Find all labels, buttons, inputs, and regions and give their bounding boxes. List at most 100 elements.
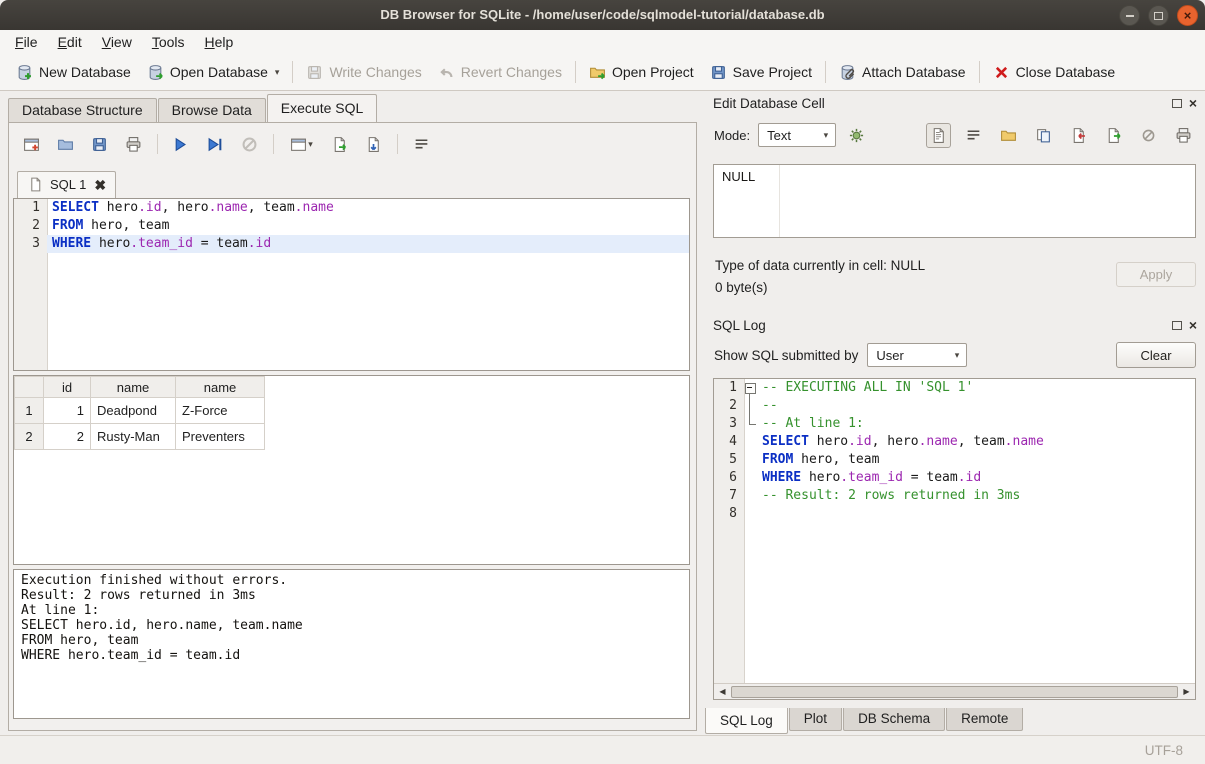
close-icon: × [1184,9,1192,22]
export-icon [1105,127,1122,144]
cell[interactable]: Preventers [176,424,265,450]
open-project-icon [589,64,606,81]
tab-close-icon[interactable]: ✖ [94,178,106,192]
float-dock-icon[interactable] [1172,99,1182,108]
cell-content-editor[interactable]: NULL [713,164,1196,238]
column-header[interactable]: name [91,377,176,398]
auto-apply-button[interactable] [844,123,869,148]
results-grid[interactable]: idnamename11DeadpondZ-Force22Rusty-ManPr… [13,375,690,565]
save-results-icon [365,136,382,153]
message-line: FROM hero, team [21,633,682,648]
window-title: DB Browser for SQLite - /home/user/code/… [0,0,1205,30]
float-dock-icon[interactable] [1172,321,1182,330]
execute-current-line-button[interactable] [203,132,228,157]
copy-button[interactable] [1031,123,1056,148]
open-file-button[interactable] [996,123,1021,148]
open-sql-file-icon [57,136,74,153]
word-wrap-button[interactable] [409,132,434,157]
import-button[interactable] [1066,123,1091,148]
log-filter-combobox[interactable]: User ▾ [867,343,967,367]
dock-tab-plot[interactable]: Plot [789,708,842,731]
cell[interactable]: 2 [44,424,91,450]
column-header[interactable]: id [44,377,91,398]
execute-all-button[interactable] [169,132,194,157]
dock-tab-bar: SQL LogPlotDB SchemaRemote [705,708,1024,734]
chevron-down-icon: ▾ [955,350,960,361]
results-view-button[interactable]: ▾ [285,132,318,157]
log-filter-row: Show SQL submitted by User ▾ Clear [705,340,1205,370]
cell[interactable]: Rusty-Man [91,424,176,450]
menu-help[interactable]: Help [195,31,244,53]
dropdown-caret-icon[interactable]: ▾ [275,67,280,78]
export-results-button[interactable] [327,132,352,157]
mode-label: Mode: [714,128,750,143]
close-button[interactable]: × [1177,5,1198,26]
sql-editor-toolbar: ▾ [19,129,434,159]
dock-tab-remote[interactable]: Remote [946,708,1023,731]
close-database-button[interactable]: Close Database [985,59,1124,86]
column-header[interactable]: name [176,377,265,398]
fold-guide [744,505,757,523]
sql-doc-tab[interactable]: SQL 1 ✖ [17,171,116,198]
open-database-button[interactable]: Open Database▾ [139,59,288,86]
menu-tools[interactable]: Tools [142,31,195,53]
maximize-button[interactable] [1148,5,1169,26]
scroll-right-icon[interactable]: ▶ [1180,687,1193,696]
close-dock-icon[interactable]: × [1189,96,1197,110]
fold-marker[interactable] [744,379,757,397]
save-results-button[interactable] [361,132,386,157]
close-dock-icon[interactable]: × [1189,318,1197,332]
apply-button[interactable]: Apply [1116,262,1196,287]
scroll-left-icon[interactable]: ◀ [716,687,729,696]
text-mode-button[interactable] [926,123,951,148]
menu-edit[interactable]: Edit [48,31,92,53]
menu-file[interactable]: File [5,31,48,53]
mode-value: Text [767,128,791,143]
revert-changes-button: Revert Changes [430,59,570,86]
horizontal-scrollbar[interactable]: ◀ ▶ [714,683,1195,699]
dock-controls: × [1172,318,1197,332]
dock-tab-db-schema[interactable]: DB Schema [843,708,945,731]
open-sql-file-button[interactable] [53,132,78,157]
row-number[interactable]: 1 [15,398,44,424]
grid-corner [15,377,44,398]
titlebar[interactable]: DB Browser for SQLite - /home/user/code/… [0,0,1205,31]
toolbar-label: New Database [39,64,131,80]
code-line: 1SELECT hero.id, hero.name, team.name [14,199,689,217]
set-null-button[interactable] [1136,123,1161,148]
cell-content-value: NULL [722,169,755,184]
dropdown-caret-icon[interactable]: ▾ [308,139,313,150]
save-sql-file-button[interactable] [87,132,112,157]
code-line: 2FROM hero, team [14,217,689,235]
sql-editor[interactable]: 1SELECT hero.id, hero.name, team.name2FR… [13,198,690,371]
menubar: FileEditViewToolsHelp [0,30,1205,55]
mode-combobox[interactable]: Text ▾ [758,123,836,147]
line-number: 6 [714,469,744,487]
code-text: SELECT hero.id, hero.name, team.name [47,199,689,217]
new-database-button[interactable]: New Database [8,59,139,86]
minimize-button[interactable] [1119,5,1140,26]
sql-log-title: SQL Log [713,318,766,333]
tab-browse-data[interactable]: Browse Data [158,98,266,122]
attach-database-button[interactable]: Attach Database [831,59,974,86]
toolbar-label: Attach Database [862,64,966,80]
tab-execute-sql[interactable]: Execute SQL [267,94,378,122]
cell[interactable]: Z-Force [176,398,265,424]
new-tab-button[interactable] [19,132,44,157]
save-project-button[interactable]: Save Project [702,59,820,86]
cell[interactable]: Deadpond [91,398,176,424]
code-line: 2-- [714,397,1195,415]
word-wrap-button[interactable] [961,123,986,148]
open-project-button[interactable]: Open Project [581,59,702,86]
tab-database-structure[interactable]: Database Structure [8,98,157,122]
dock-tab-sql-log[interactable]: SQL Log [705,708,788,734]
toolbar-label: Save Project [733,64,812,80]
cell[interactable]: 1 [44,398,91,424]
print-button[interactable] [1171,123,1196,148]
row-number[interactable]: 2 [15,424,44,450]
clear-log-button[interactable]: Clear [1116,342,1196,368]
menu-view[interactable]: View [92,31,142,53]
scrollbar-thumb[interactable] [731,686,1178,698]
export-button[interactable] [1101,123,1126,148]
print-button[interactable] [121,132,146,157]
